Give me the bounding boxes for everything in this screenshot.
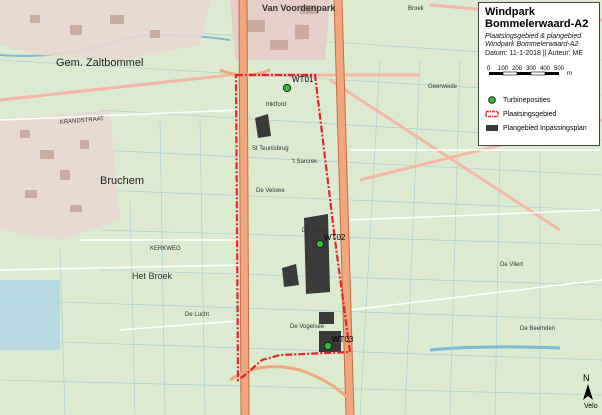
legend-item-plangebied: Plangebied Inpassingsplan bbox=[485, 124, 587, 132]
place-develowe: De Velowe bbox=[256, 188, 285, 194]
place-broek: Broek bbox=[408, 6, 425, 12]
scale-tick-1: 100 bbox=[498, 66, 509, 72]
place-zaltbommel: Gem. Zaltbommel bbox=[56, 57, 143, 69]
map-subtitle-2: Windpark Bommelerwaard-A2 bbox=[485, 41, 579, 48]
place-inktford: Inktford bbox=[266, 102, 286, 108]
place-debeemden: De Beemden bbox=[520, 326, 555, 332]
place-delucht: De Lucht bbox=[185, 312, 209, 318]
place-geerweide: Geerweide bbox=[428, 84, 458, 90]
plangebied-swatch-icon bbox=[485, 124, 499, 132]
place-vogelsee: De Vogelsee bbox=[290, 324, 325, 330]
turbine-wt03-label: WT03 bbox=[332, 335, 354, 344]
scale-tick-0: 0 bbox=[487, 66, 491, 72]
turbine-wt01-marker[interactable] bbox=[282, 83, 292, 93]
turbine-wt02-marker[interactable] bbox=[315, 239, 325, 249]
turbine-wt02-label: WT02 bbox=[324, 233, 346, 242]
legend-panel: Windpark Bommelerwaard-A2 Plaatsingsgebi… bbox=[478, 2, 600, 146]
turbine-wt03-marker[interactable] bbox=[323, 341, 333, 351]
road-kerkweg: KERKWEG bbox=[150, 246, 181, 252]
place-voordenpark: Van Voordenpark bbox=[262, 3, 336, 13]
north-label: N bbox=[583, 373, 590, 383]
boundary-line-icon bbox=[485, 110, 499, 118]
place-bruchem: Bruchem bbox=[100, 175, 144, 187]
scale-tick-3: 300 bbox=[526, 66, 537, 72]
turbine-wt01-label: WT01 bbox=[292, 75, 314, 84]
scale-unit: m bbox=[567, 71, 572, 77]
map-credit: Velo bbox=[584, 403, 598, 410]
map-title: Windpark Bommelerwaard-A2 bbox=[485, 6, 589, 30]
map-date-author: Datum: 11-1-2018 || Auteur: ME bbox=[485, 50, 584, 57]
scale-tick-4: 400 bbox=[540, 66, 551, 72]
turbine-symbol-icon bbox=[485, 96, 499, 104]
place-teunisbrug: St Teunisbrug bbox=[252, 146, 289, 152]
legend-item-turbines: Turbineposities bbox=[485, 96, 550, 104]
place-sarcrek: 't Sarcrek bbox=[292, 159, 318, 165]
place-hetbroek: Het Broek bbox=[132, 271, 173, 281]
scale-tick-2: 200 bbox=[512, 66, 523, 72]
scale-tick-5: 500 bbox=[554, 66, 565, 72]
map-subtitle-1: Plaatsingsgebied & plangebied bbox=[485, 33, 582, 40]
place-devliert: De Vliert bbox=[500, 262, 523, 268]
scale-bar: 0 100 200 300 400 500 m bbox=[487, 63, 575, 77]
place-desnoei: De Snoei bbox=[302, 228, 327, 234]
legend-item-plaatsingsgebied: Plaatsingsgebied bbox=[485, 110, 556, 118]
